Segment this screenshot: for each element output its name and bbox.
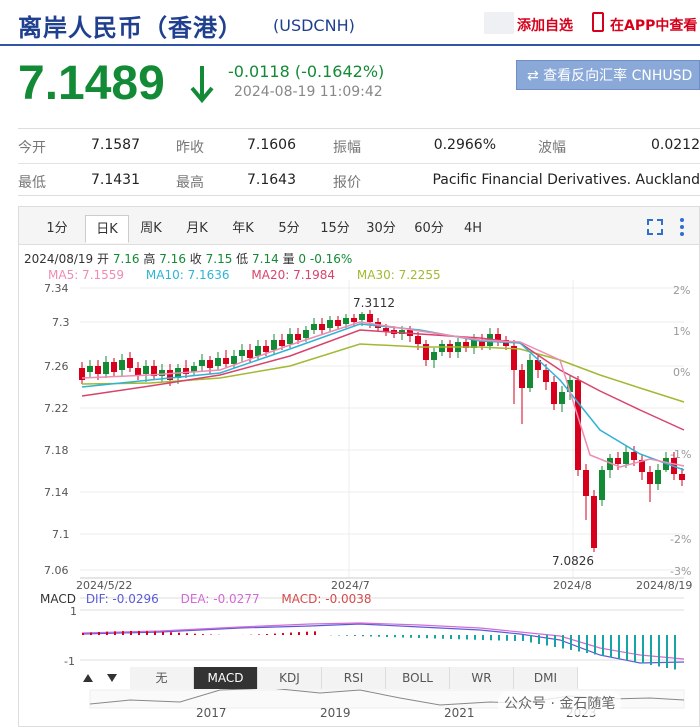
- stats-row: 今开 7.1587 昨收 7.1606 振幅 0.2966% 波幅 0.0212: [18, 129, 700, 163]
- tab-daily[interactable]: 日K: [85, 215, 129, 243]
- moving-average-legend: MA5: 7.1559 MA10: 7.1636 MA20: 7.1984 MA…: [48, 268, 441, 282]
- stat-label: 最低: [18, 175, 46, 191]
- quote-time: 2024-08-19 11:09:42: [234, 84, 383, 100]
- stat-value: 0.0212: [651, 137, 700, 153]
- indicator-tab-wr[interactable]: WR: [450, 667, 514, 689]
- ma10-label: MA10: 7.1636: [145, 268, 230, 282]
- chart-panel: 1分 日K 周K 月K 年K 5分 15分 30分 60分 4H: [18, 206, 700, 727]
- page-title: 离岸人民币（香港）: [18, 14, 243, 42]
- tab-monthly[interactable]: 月K: [177, 215, 217, 243]
- summary-high-label: 高: [143, 252, 156, 266]
- add-watchlist-button[interactable]: 添加自选: [517, 15, 573, 35]
- indicator-tab-dmi[interactable]: DMI: [514, 667, 578, 689]
- summary-volume-label: 量: [282, 252, 295, 266]
- phone-icon: [592, 12, 604, 32]
- summary-volume: 0: [298, 252, 307, 266]
- summary-close: 7.15: [205, 252, 233, 266]
- expand-icon[interactable]: [647, 219, 663, 235]
- indicator-tab-kdj[interactable]: KDJ: [258, 667, 322, 689]
- stat-value: 7.1643: [247, 172, 296, 188]
- stat-value: 7.1606: [247, 137, 296, 153]
- ma5-label: MA5: 7.1559: [48, 268, 125, 282]
- chart-tabs: 1分 日K 周K 月K 年K 5分 15分 30分 60分 4H: [19, 207, 699, 245]
- reverse-rate-button[interactable]: ⇄ 查看反向汇率 CNHUSD: [516, 60, 700, 90]
- placeholder-box: [484, 12, 514, 34]
- currency-code: (USDCNH): [273, 16, 355, 35]
- stat-value: 0.2966%: [433, 137, 496, 153]
- indicator-tab-boll[interactable]: BOLL: [386, 667, 450, 689]
- wechat-watermark: 公众号 · 金石随笔: [498, 691, 622, 715]
- stat-value: 7.1587: [91, 137, 140, 153]
- indicator-tabs: 无 MACD KDJ RSI BOLL WR DMI: [130, 667, 578, 689]
- stat-label: 昨收: [176, 140, 204, 156]
- stat-value: 7.1431: [91, 172, 140, 188]
- indicator-tab-macd[interactable]: MACD: [194, 667, 258, 689]
- macd-title: MACD: [40, 592, 76, 606]
- price-change: -0.0118 (-0.1642%): [228, 62, 385, 81]
- caret-down-icon[interactable]: [106, 672, 118, 684]
- reverse-rate-label: ⇄ 查看反向汇率 CNHUSD: [527, 68, 693, 84]
- ma20-label: MA20: 7.1984: [251, 268, 336, 282]
- quote-stats-table: 今开 7.1587 昨收 7.1606 振幅 0.2966% 波幅 0.0212…: [18, 128, 700, 196]
- summary-open: 7.16: [112, 252, 140, 266]
- stats-row: 最低 7.1431 最高 7.1643 报价 Pacific Financial…: [18, 163, 700, 197]
- summary-change: -0.16%: [309, 252, 353, 266]
- summary-close-label: 收: [189, 252, 202, 266]
- header: 离岸人民币（香港） (USDCNH) 添加自选 在APP中查看: [0, 0, 700, 46]
- open-app-button[interactable]: 在APP中查看: [610, 15, 697, 35]
- tab-30min[interactable]: 30分: [361, 215, 401, 243]
- ma30-label: MA30: 7.2255: [356, 268, 441, 282]
- summary-high: 7.16: [159, 252, 186, 266]
- tab-60min[interactable]: 60分: [409, 215, 449, 243]
- macd-legend: MACD DIF: -0.0296 DEA: -0.0277 MACD: -0.…: [40, 592, 372, 606]
- tab-1min[interactable]: 1分: [39, 215, 75, 243]
- stat-label: 今开: [18, 140, 46, 156]
- indicator-tab-rsi[interactable]: RSI: [322, 667, 386, 689]
- candle-summary: 2024/08/19 开 7.16 高 7.16 收 7.15 低 7.14 量…: [24, 250, 352, 267]
- stat-label: 报价: [333, 175, 361, 191]
- caret-up-icon[interactable]: [82, 672, 94, 684]
- tab-15min[interactable]: 15分: [315, 215, 355, 243]
- tab-weekly[interactable]: 周K: [131, 215, 171, 243]
- stat-label: 波幅: [538, 140, 566, 156]
- summary-date: 2024/08/19: [24, 252, 94, 266]
- timeline-year: 2017: [196, 706, 227, 720]
- timeline-year: 2019: [320, 706, 351, 720]
- summary-low: 7.14: [252, 252, 279, 266]
- tab-4h[interactable]: 4H: [457, 215, 489, 243]
- stat-label: 最高: [176, 175, 204, 191]
- timeline-year: 2021: [444, 706, 475, 720]
- tab-5min[interactable]: 5分: [269, 215, 309, 243]
- more-options-icon[interactable]: [677, 217, 687, 237]
- stat-value: Pacific Financial Derivatives. Auckland: [432, 172, 700, 188]
- dea-label: DEA: -0.0277: [180, 592, 260, 606]
- summary-low-label: 低: [236, 252, 249, 266]
- stat-label: 振幅: [333, 140, 361, 156]
- down-arrow-icon: [190, 66, 214, 104]
- dif-label: DIF: -0.0296: [85, 592, 159, 606]
- current-price: 7.1489: [18, 57, 165, 110]
- indicator-tab-none[interactable]: 无: [130, 667, 194, 689]
- summary-open-label: 开: [97, 252, 110, 266]
- tab-yearly[interactable]: 年K: [223, 215, 263, 243]
- macd-value-label: MACD: -0.0038: [281, 592, 372, 606]
